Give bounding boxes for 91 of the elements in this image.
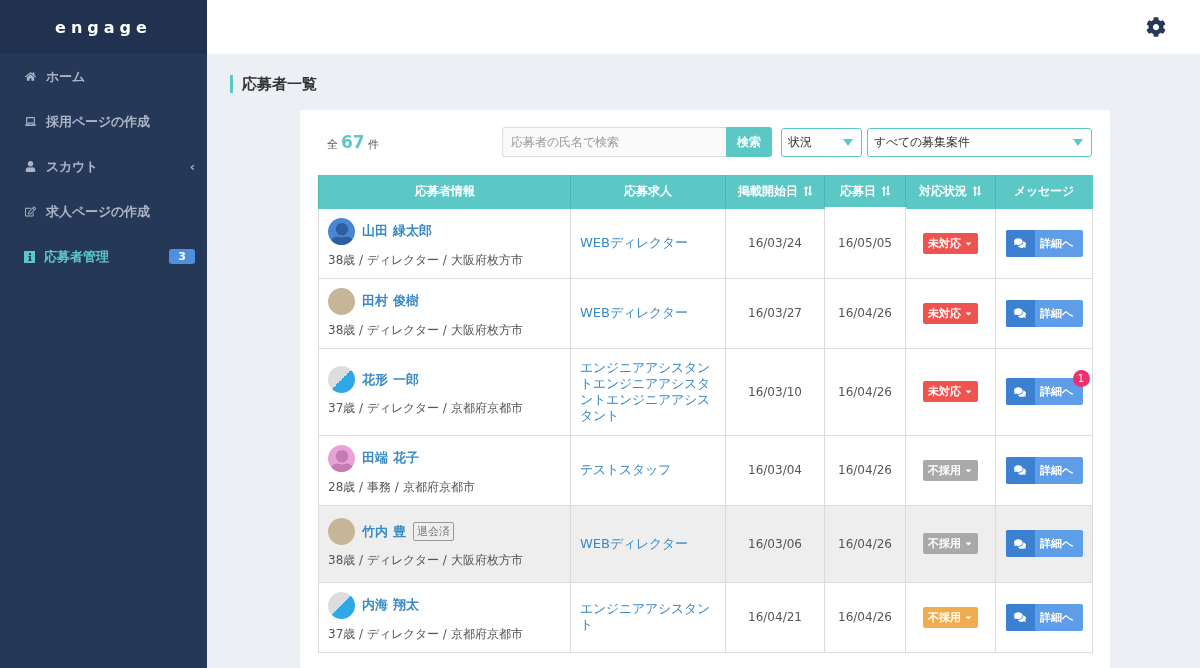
avatar-logo [328,366,355,393]
applicant-details: 28歳 / 事務 / 京都府京都市 [328,478,476,496]
job-link[interactable]: テストスタッフ [580,462,716,478]
avatar-silhouette [328,444,355,472]
dropdown-arrow-icon [843,138,853,146]
job-link[interactable]: WEBディレクター [580,305,716,321]
chat-icon [1014,611,1026,623]
column-header[interactable]: メッセージ [995,175,1093,208]
logo: engage [55,17,152,37]
sidebar-item-label: 採用ページの作成 [46,112,151,131]
caret-icon [964,539,973,548]
sort-icon [880,185,891,197]
status-dropdown[interactable]: 不採用 [923,459,978,481]
sidebar-item-label: ホーム [46,67,86,86]
info-icon [24,250,35,263]
count-number: 67 [341,132,365,152]
applicant-details: 38歳 / ディレクター / 大阪府枚方市 [328,321,524,339]
settings-icon[interactable] [1146,17,1166,37]
column-header[interactable]: 掲載開始日 [725,175,825,208]
status-dropdown[interactable]: 不採用 [923,606,978,628]
sidebar-item[interactable]: スカウト ‹ [0,144,207,189]
caret-icon [964,387,973,396]
table-cell: 16/04/26 [824,278,906,348]
filter-dropdown[interactable]: 状況 [781,127,862,157]
message-button[interactable]: 詳細へ [1005,229,1083,257]
home-icon [24,71,37,82]
applicant-details: 38歳 / ディレクター / 大阪府枚方市 [328,552,524,569]
sidebar-item[interactable]: 応募者管理 3 [0,234,207,279]
chat-icon [1014,385,1026,398]
table-cell: 16/04/26 [824,348,906,435]
message-button[interactable]: 詳細へ [1005,299,1083,327]
column-header[interactable]: 応募者情報 [318,175,571,208]
avatar-logo [328,591,355,619]
count-badge: 3 [169,249,195,264]
count-prefix: 全 [327,137,338,152]
column-header[interactable]: 応募日 [824,175,906,208]
table-cell: 16/04/26 [824,435,906,505]
status-dropdown[interactable]: 未対応 [923,381,978,402]
table-cell: 16/03/06 [725,505,825,582]
laptop-icon [24,116,37,127]
edit-icon [24,206,37,217]
dropdown-arrow-icon [1073,138,1083,146]
status-dropdown[interactable]: 未対応 [923,302,978,324]
avatar-photo-placeholder [328,518,355,545]
job-link[interactable]: WEBディレクター [580,535,716,552]
status-dropdown[interactable]: 未対応 [923,232,978,254]
applicant-name[interactable]: 山田 緑太郎 [362,222,432,241]
table-cell: 16/03/24 [725,208,825,278]
sidebar-item[interactable]: ホーム [0,54,207,99]
sort-icon [802,185,813,197]
applicant-details: 38歳 / ディレクター / 大阪府枚方市 [328,251,524,269]
table-cell: 16/03/10 [725,348,825,435]
table-cell: 16/04/21 [725,582,825,652]
chat-icon [1014,537,1026,550]
table-cell: 16/05/05 [824,208,906,278]
chat-icon [1014,464,1026,476]
page-title: 応募者一覧 [230,75,1200,93]
applicant-name[interactable]: 花形 一郎 [362,370,419,389]
column-header[interactable]: 対応状況 [905,175,996,208]
avatar-silhouette [328,217,355,245]
chat-icon [1014,237,1026,250]
person-icon [24,161,37,172]
status-tag: 退会済 [412,522,454,541]
chat-icon [1014,307,1026,319]
table-cell: 16/04/26 [824,505,906,582]
status-dropdown[interactable]: 不採用 [923,533,978,554]
applicant-name[interactable]: 内海 翔太 [362,596,419,614]
sidebar-item-label: スカウト [46,157,99,176]
table-cell: 16/03/04 [725,435,825,505]
sidebar-item-label: 求人ページの作成 [46,202,151,221]
applicant-name[interactable]: 竹内 豊 [362,522,406,541]
avatar-photo-placeholder [328,287,355,315]
count-suffix: 件 [367,137,379,152]
sidebar-item-label: 応募者管理 [44,247,110,266]
search-button[interactable]: 検索 [726,127,772,157]
sidebar-item[interactable]: 求人ページの作成 [0,189,207,234]
message-button[interactable]: 詳細へ [1005,530,1083,557]
applicant-details: 37歳 / ディレクター / 京都府京都市 [328,625,524,643]
table-cell: 16/03/27 [725,278,825,348]
table-cell: 16/04/26 [824,582,906,652]
column-header[interactable]: 応募求人 [570,175,726,208]
sort-icon [972,185,982,197]
chevron: ‹ [189,159,195,174]
filter-dropdown[interactable]: すべての募集案件 [867,127,1092,157]
applicant-name[interactable]: 田端 花子 [362,449,419,467]
message-button[interactable]: 詳細へ [1005,456,1083,484]
applicant-details: 37歳 / ディレクター / 京都府京都市 [328,400,524,417]
applicant-name[interactable]: 田村 俊樹 [362,292,419,310]
search-field[interactable]: 応募者の氏名で検索 [502,127,726,157]
sidebar-item[interactable]: 採用ページの作成 [0,99,207,144]
message-button[interactable]: 詳細へ [1005,603,1083,631]
